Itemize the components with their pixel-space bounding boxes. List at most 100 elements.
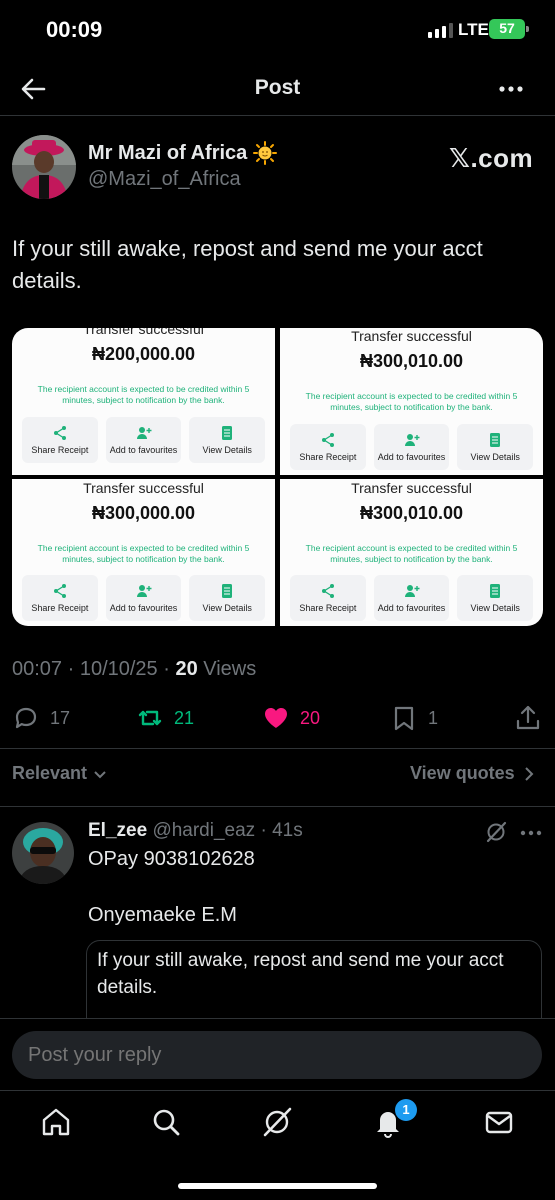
post-media-grid[interactable]: Transfer successful ₦200,000.00 The reci… (12, 328, 543, 626)
battery-icon: 57 (489, 19, 529, 39)
bottom-tab-bar: 1 (0, 1090, 555, 1200)
reply-text-line: Onyemaeke E.M (88, 904, 237, 926)
view-details-action: View Details (457, 575, 534, 621)
reply-more-icon[interactable] (518, 820, 544, 846)
share-upload-icon (516, 705, 540, 730)
share-receipt-action: Share Receipt (290, 575, 366, 621)
source-label: 𝕏.com (449, 143, 534, 173)
author-avatar[interactable] (12, 135, 76, 199)
view-quotes-label: View quotes (410, 763, 515, 783)
repost-icon (138, 710, 162, 726)
reply-input[interactable] (12, 1031, 542, 1079)
divider (0, 806, 555, 807)
receipt-amount: ₦300,000.00 (91, 503, 196, 523)
receipt-image[interactable]: Transfer successful ₦200,000.00 The reci… (12, 328, 275, 475)
add-favourite-label: Add to favourites (109, 445, 178, 455)
repost-count: 21 (174, 707, 195, 728)
add-favourite-action: Add to favourites (105, 417, 182, 463)
share-icon (53, 426, 66, 440)
reply-avatar[interactable] (12, 822, 74, 884)
add-person-icon (404, 585, 419, 597)
divider (0, 748, 555, 749)
receipt-image[interactable]: Transfer successful ₦300,010.00 The reci… (280, 328, 543, 475)
messages-icon[interactable] (482, 1105, 516, 1139)
reply-button[interactable]: 17 (12, 704, 70, 732)
status-bar: 00:09 LTE 57 (0, 0, 555, 62)
share-icon (53, 584, 66, 598)
post-text: If your still awake, repost and send me … (12, 236, 483, 293)
grok-tab-icon[interactable] (260, 1105, 294, 1139)
sort-relevant-label: Relevant (12, 763, 88, 783)
receipt-amount: ₦300,010.00 (359, 351, 464, 371)
author-name[interactable]: Mr Mazi of Africa (88, 141, 278, 165)
receipt-title: Transfer successful (83, 480, 204, 496)
bookmark-button[interactable]: 1 (390, 704, 438, 732)
add-person-icon (136, 427, 151, 439)
receipt-note: The recipient account is expected to be … (37, 543, 250, 564)
receipt-amount: ₦300,010.00 (359, 503, 464, 523)
views-count: 20 (175, 658, 198, 680)
battery-level: 57 (499, 20, 515, 36)
share-receipt-label: Share Receipt (31, 445, 89, 455)
share-receipt-label: Share Receipt (31, 603, 89, 613)
view-quotes-link[interactable]: View quotes (410, 763, 535, 784)
share-button[interactable] (514, 704, 542, 732)
receipt-note: The recipient account is expected to be … (305, 391, 518, 412)
receipt-actions: Share Receipt Add to favourites View Det… (22, 575, 266, 621)
reply-icon (15, 707, 37, 729)
bookmark-count: 1 (428, 707, 439, 728)
grok-icon[interactable] (484, 820, 508, 844)
receipt-note: The recipient account is expected to be … (37, 384, 250, 405)
receipt-image[interactable]: Transfer successful ₦300,000.00 The reci… (12, 479, 275, 626)
view-details-label: View Details (202, 445, 252, 455)
author-handle[interactable]: @Mazi_of_Africa (88, 168, 241, 191)
receipt-note: The recipient account is expected to be … (305, 543, 518, 564)
reply-author-handle[interactable]: @hardi_eaz (152, 820, 255, 841)
receipt-actions: Share Receipt Add to favourites View Det… (290, 424, 534, 470)
sort-relevant-button[interactable]: Relevant (12, 763, 107, 784)
author-name-text: Mr Mazi of Africa (88, 141, 248, 164)
share-receipt-label: Share Receipt (299, 603, 357, 613)
search-icon[interactable] (149, 1105, 183, 1139)
add-favourite-action: Add to favourites (373, 424, 450, 470)
heart-icon (265, 708, 287, 728)
like-button[interactable]: 20 (262, 704, 320, 732)
reply-author-name[interactable]: El_zee (88, 820, 147, 841)
like-count: 20 (300, 707, 321, 728)
reply-text-line: OPay 9038102628 (88, 848, 255, 870)
receipt-actions: Share Receipt Add to favourites View Det… (290, 575, 534, 621)
receipt-amount: ₦200,000.00 (91, 344, 196, 364)
home-indicator (178, 1183, 377, 1189)
view-details-label: View Details (202, 603, 252, 613)
document-icon (490, 433, 501, 447)
view-details-action: View Details (189, 575, 266, 621)
share-icon (321, 433, 334, 447)
add-favourite-action: Add to favourites (373, 575, 450, 621)
reply-time: · 41s (255, 820, 303, 841)
post-timestamp: 00:07 · 10/10/25 · (12, 658, 176, 680)
more-options-icon[interactable] (496, 74, 526, 104)
page-title: Post (254, 76, 301, 99)
document-icon (222, 426, 233, 440)
bookmark-icon (394, 706, 414, 731)
view-details-action: View Details (189, 417, 266, 463)
repost-button[interactable]: 21 (136, 704, 194, 732)
share-receipt-action: Share Receipt (22, 417, 98, 463)
share-receipt-label: Share Receipt (299, 452, 357, 462)
sun-emoji-icon (253, 141, 278, 165)
home-icon[interactable] (39, 1105, 73, 1139)
reply-header: El_zee @hardi_eaz · 41s (88, 820, 303, 842)
view-details-label: View Details (470, 603, 520, 613)
receipt-title: Transfer successful (351, 328, 472, 344)
add-favourite-label: Add to favourites (109, 603, 178, 613)
share-icon (321, 584, 334, 598)
post-meta: 00:07 · 10/10/25 · 20 Views (12, 658, 256, 681)
chevron-right-icon (524, 766, 534, 781)
receipt-actions: Share Receipt Add to favourites View Det… (22, 417, 266, 463)
signal-icon (428, 23, 453, 38)
post-action-bar: 17 21 20 1 (0, 700, 555, 736)
add-favourite-action: Add to favourites (105, 575, 182, 621)
receipt-image[interactable]: Transfer successful ₦300,010.00 The reci… (280, 479, 543, 626)
views-label: Views (197, 658, 257, 680)
receipt-title: Transfer successful (83, 328, 204, 337)
